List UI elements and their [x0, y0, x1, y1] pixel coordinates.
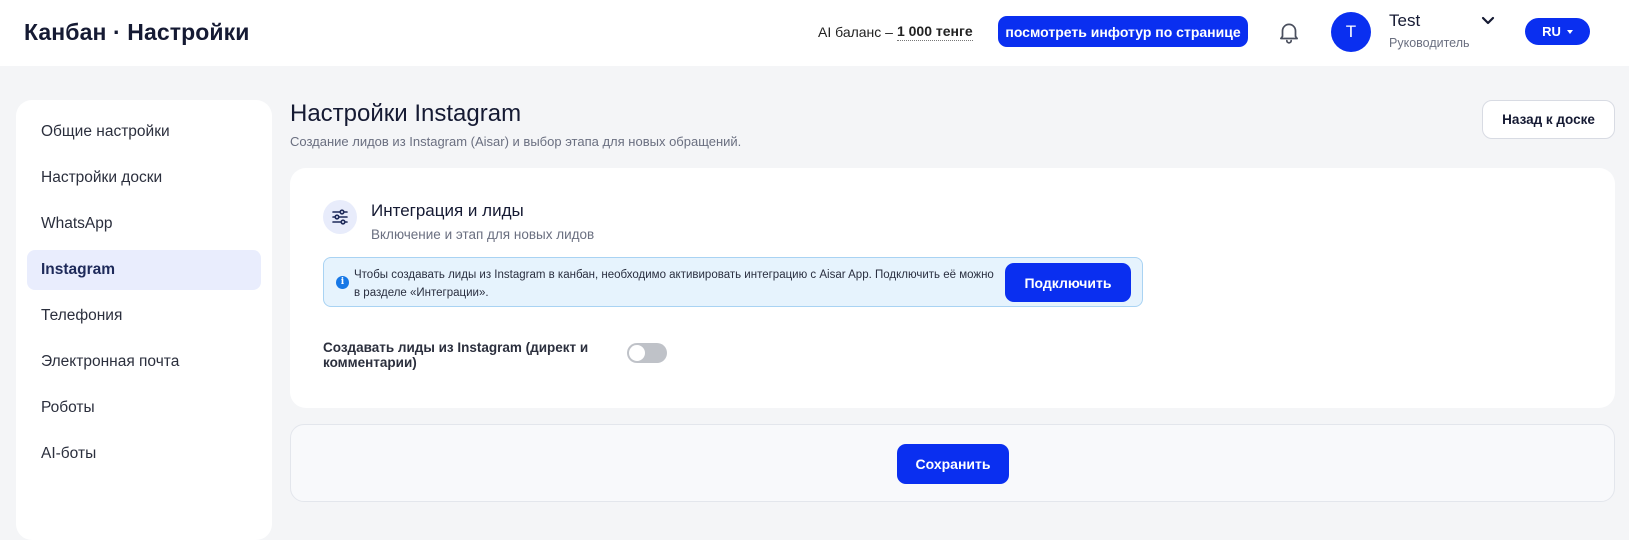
page-title: Настройки Instagram: [290, 100, 522, 127]
card-subtitle: Включение и этап для новых лидов: [371, 227, 595, 242]
sidebar-item-ai-bots[interactable]: AI-боты: [27, 434, 261, 474]
save-bar: Сохранить: [290, 424, 1615, 502]
sidebar-item-robots[interactable]: Роботы: [27, 388, 261, 428]
sidebar-item-whatsapp[interactable]: WhatsApp: [27, 204, 261, 244]
toggle-knob: [629, 345, 645, 361]
page-subtitle: Создание лидов из Instagram (Aisar) и вы…: [290, 134, 742, 149]
sidebar-item-general[interactable]: Общие настройки: [27, 112, 261, 152]
info-tour-button[interactable]: посмотреть инфотур по странице: [998, 16, 1248, 47]
create-leads-label: Создавать лиды из Instagram (директ и ко…: [323, 340, 589, 370]
settings-sidebar: Общие настройки Настройки доски WhatsApp…: [16, 100, 272, 540]
user-name[interactable]: Test: [1389, 11, 1420, 31]
bell-icon[interactable]: [1276, 19, 1302, 45]
sidebar-item-board[interactable]: Настройки доски: [27, 158, 261, 198]
ai-balance-label: AI баланс –: [818, 24, 893, 40]
ai-balance-value[interactable]: 1 000 тенге: [896, 23, 973, 41]
language-selector[interactable]: RU: [1525, 18, 1590, 45]
caret-down-icon: [1566, 29, 1573, 34]
save-button[interactable]: Сохранить: [897, 444, 1009, 484]
sliders-icon: [323, 200, 357, 234]
sidebar-item-email[interactable]: Электронная почта: [27, 342, 261, 382]
integration-card: Интеграция и лиды Включение и этап для н…: [290, 168, 1615, 408]
alert-text: Чтобы создавать лиды из Instagram в канб…: [354, 269, 994, 299]
language-label: RU: [1542, 24, 1561, 39]
back-to-board-button[interactable]: Назад к доске: [1482, 100, 1615, 139]
user-role: Руководитель: [1389, 36, 1470, 50]
ai-balance: AI баланс – 1 000 тенге: [818, 23, 973, 41]
sidebar-item-instagram[interactable]: Instagram: [27, 250, 261, 290]
info-icon: i: [336, 276, 349, 289]
top-header: Канбан · Настройки AI баланс – 1 000 тен…: [0, 0, 1629, 66]
create-leads-toggle[interactable]: [627, 343, 667, 363]
integration-alert: i Чтобы создавать лиды из Instagram в ка…: [323, 257, 1143, 307]
chevron-down-icon[interactable]: [1480, 14, 1496, 28]
card-title: Интеграция и лиды: [371, 201, 524, 220]
app-title: Канбан · Настройки: [24, 19, 250, 45]
sidebar-item-telephony[interactable]: Телефония: [27, 296, 261, 336]
avatar[interactable]: T: [1331, 12, 1371, 52]
connect-button[interactable]: Подключить: [1005, 263, 1131, 302]
